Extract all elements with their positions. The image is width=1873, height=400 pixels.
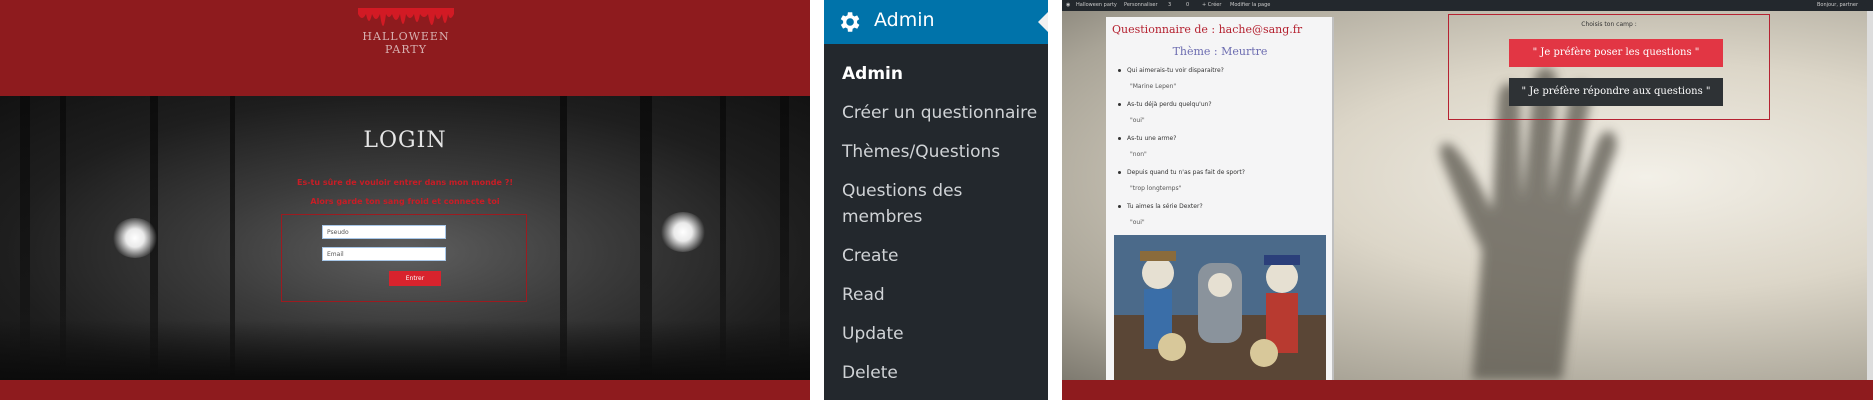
answer-text: "Marine Lepen" (1130, 83, 1177, 90)
adminbar-edit-page[interactable]: Modifier la page (1230, 0, 1270, 11)
ghost-glow-right (660, 212, 706, 252)
logo-text[interactable]: HALLOWEEN PARTY (346, 30, 466, 56)
questionnaire-card: Questionnaire de : hache@sang.fr Thème :… (1106, 17, 1334, 380)
wp-logo-icon[interactable]: ◉ (1066, 0, 1070, 11)
enter-button[interactable]: Entrer (389, 271, 441, 286)
wp-admin-bar: ◉ Halloween party Personnaliser 3 0 + Cr… (1062, 0, 1873, 11)
camp-choice-box: Choisis ton camp : " Je préfère poser le… (1448, 14, 1770, 120)
adminbar-site-name[interactable]: Halloween party (1076, 0, 1117, 11)
gear-icon (840, 12, 860, 32)
active-pointer-icon (1038, 12, 1048, 32)
question-item: Depuis quand tu n'as pas fait de sport? (1118, 169, 1328, 176)
ask-questions-button[interactable]: " Je préfère poser les questions " (1509, 39, 1723, 67)
question-item: As-tu déjà perdu quelqu'un? (1118, 101, 1328, 108)
adminbar-new[interactable]: + Créer (1202, 0, 1221, 11)
menu-item-admin[interactable]: Admin (842, 61, 1042, 87)
camp-choice-label: Choisis ton camp : (1581, 21, 1637, 28)
menu-item-create-questionnaire[interactable]: Créer un questionnaire (842, 100, 1042, 126)
question-item: As-tu une arme? (1118, 135, 1328, 142)
answer-text: "oui" (1130, 219, 1145, 226)
quiz-page: ◉ Halloween party Personnaliser 3 0 + Cr… (1062, 0, 1873, 400)
admin-menu-header[interactable]: Admin (824, 0, 1048, 44)
site-header: HALLOWEEN PARTY (0, 0, 810, 96)
adminbar-comments[interactable]: 0 (1186, 0, 1189, 11)
menu-item-delete[interactable]: Delete (842, 360, 1042, 386)
answer-text: "oui" (1130, 117, 1145, 124)
site-footer (0, 380, 810, 400)
composite-screenshot: HALLOWEEN PARTY LOGIN Es-tu sûre de voul… (0, 0, 1873, 400)
forest-ground (0, 320, 810, 380)
questionnaire-title: Questionnaire de : hache@sang.fr (1112, 23, 1303, 36)
question-item: Qui aimerais-tu voir disparaitre? (1118, 67, 1328, 74)
admin-menu-title: Admin (874, 9, 935, 31)
adminbar-updates[interactable]: 3 (1168, 0, 1171, 11)
login-question-1: Es-tu sûre de vouloir entrer dans mon mo… (297, 178, 513, 187)
menu-item-themes-questions[interactable]: Thèmes/Questions (842, 139, 1042, 165)
menu-item-member-questions[interactable]: Questions des (842, 178, 1042, 204)
ghost-glow-left (112, 218, 158, 258)
menu-item-read[interactable]: Read (842, 282, 1042, 308)
answer-text: "trop longtemps" (1130, 185, 1182, 192)
skeletons-photo (1114, 235, 1326, 380)
menu-item-member-questions-line2[interactable]: membres (842, 204, 1042, 230)
login-title: LOGIN (363, 128, 447, 153)
login-form: Pseudo Email Entrer (281, 214, 527, 302)
adminbar-customize[interactable]: Personnaliser (1124, 0, 1158, 11)
questionnaire-theme: Thème : Meurtre (1172, 45, 1268, 58)
answer-text: "non" (1130, 151, 1147, 158)
question-item: Tu aimes la série Dexter? (1118, 203, 1328, 210)
email-input[interactable]: Email (322, 247, 446, 261)
site-footer (1062, 380, 1873, 400)
pseudo-input[interactable]: Pseudo (322, 225, 446, 239)
login-page: HALLOWEEN PARTY LOGIN Es-tu sûre de voul… (0, 0, 810, 400)
menu-item-update[interactable]: Update (842, 321, 1042, 347)
scrollbar[interactable] (1867, 11, 1873, 380)
menu-item-create[interactable]: Create (842, 243, 1042, 269)
answer-questions-button[interactable]: " Je préfère répondre aux questions " (1509, 78, 1723, 106)
login-question-2: Alors garde ton sang froid et connecte t… (310, 197, 500, 206)
admin-sidebar: Admin Admin Créer un questionnaire Thème… (824, 0, 1048, 400)
adminbar-greeting[interactable]: Bonjour, partner (1817, 0, 1858, 11)
